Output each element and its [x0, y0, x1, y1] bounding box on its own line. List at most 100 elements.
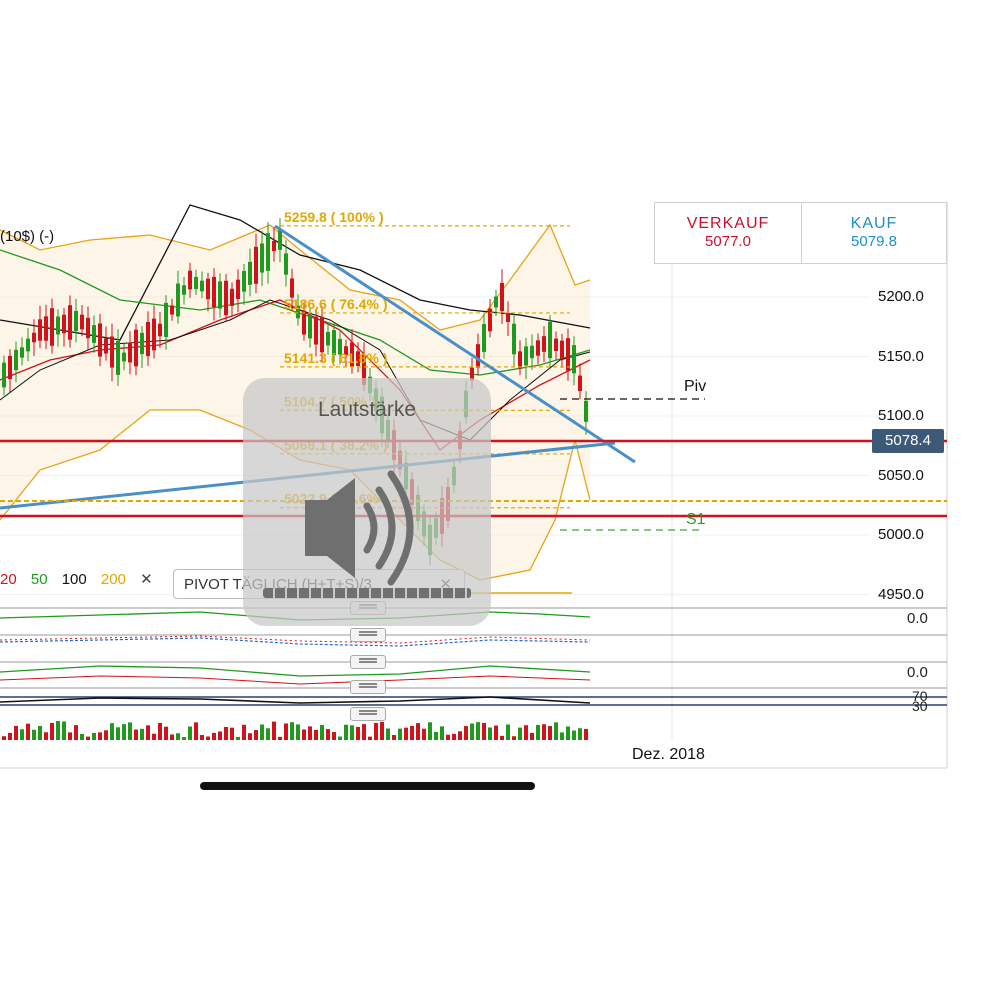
- legend-ma200: 200: [100, 571, 126, 588]
- volume-bar: [530, 732, 534, 740]
- buy-button[interactable]: KAUF 5079.8: [801, 202, 947, 264]
- volume-bar: [248, 733, 252, 740]
- macd-zero-label: 0.0: [907, 610, 928, 627]
- fib-level-label: 5186.6 ( 76.4% ): [284, 296, 388, 312]
- candle-body: [2, 362, 6, 388]
- candle-body: [116, 341, 120, 375]
- volume-bar: [314, 729, 318, 740]
- buy-label: KAUF: [850, 215, 898, 232]
- volume-bar: [416, 723, 420, 740]
- volume-bar: [152, 733, 156, 740]
- price-chart[interactable]: 5259.8 ( 100% ) 5186.6 ( 76.4% ) 5141.3 ( …: [0, 0, 1000, 1000]
- volume-bar: [218, 731, 222, 740]
- volume-bar: [422, 728, 426, 740]
- candle-body: [146, 321, 150, 357]
- volume-bar: [320, 724, 324, 740]
- legend-close-icon[interactable]: ✕: [140, 571, 153, 588]
- fib-level-label: 5259.8 ( 100% ): [284, 209, 384, 225]
- sell-label: VERKAUF: [686, 215, 770, 232]
- volume-bar: [110, 723, 114, 740]
- volume-bar: [170, 734, 174, 740]
- candle-body: [128, 342, 132, 363]
- pane-resize-handle[interactable]: [350, 707, 386, 721]
- volume-bar: [542, 724, 546, 740]
- candle-body: [32, 332, 36, 343]
- volume-bar: [512, 736, 516, 740]
- volume-bar: [386, 728, 390, 740]
- ma-legend: 20 50 100 200 ✕: [0, 570, 163, 588]
- volume-bar: [296, 724, 300, 740]
- volume-bar: [236, 736, 240, 740]
- candle-body: [110, 336, 114, 368]
- momentum-zero-label: 0.0: [907, 664, 928, 681]
- candle-body: [68, 305, 72, 340]
- candle-body: [320, 317, 324, 353]
- sell-button[interactable]: VERKAUF 5077.0: [654, 202, 802, 264]
- volume-bar: [20, 729, 24, 740]
- volume-bar: [50, 722, 54, 740]
- volume-bar: [404, 727, 408, 740]
- volume-bar: [434, 732, 438, 740]
- volume-bar: [266, 728, 270, 740]
- volume-bar: [548, 726, 552, 740]
- volume-bar: [458, 731, 462, 740]
- candle-body: [314, 316, 318, 345]
- volume-bar: [14, 725, 18, 740]
- volume-bar: [578, 728, 582, 740]
- volume-bar: [80, 733, 84, 740]
- volume-bar: [524, 725, 528, 740]
- volume-bar: [278, 736, 282, 740]
- volume-bar: [212, 732, 216, 740]
- volume-overlay: Lautstärke: [243, 378, 491, 626]
- legend-ma100: 100: [61, 571, 87, 588]
- candle-body: [554, 338, 558, 351]
- candle-body: [566, 338, 570, 371]
- volume-bar: [332, 732, 336, 740]
- candle-body: [56, 316, 60, 335]
- volume-bar: [440, 726, 444, 740]
- candle-body: [26, 338, 30, 352]
- price-tick: 5050.0: [878, 467, 924, 484]
- volume-bar: [452, 733, 456, 740]
- volume-bar: [74, 725, 78, 740]
- candle-body: [302, 310, 306, 335]
- candle-body: [518, 351, 522, 369]
- candle-body: [182, 285, 186, 295]
- volume-bar: [308, 726, 312, 740]
- candle-body: [326, 331, 330, 346]
- volume-bar: [290, 722, 294, 740]
- volume-bar: [158, 722, 162, 740]
- volume-bar: [572, 730, 576, 740]
- candle-body: [278, 230, 282, 250]
- candle-body: [176, 283, 180, 317]
- volume-bar: [26, 723, 30, 740]
- price-tick: 5000.0: [878, 526, 924, 543]
- volume-bar: [176, 733, 180, 740]
- candle-body: [494, 296, 498, 308]
- volume-bar: [488, 727, 492, 740]
- candle-body: [170, 305, 174, 315]
- pane-resize-handle[interactable]: [350, 680, 386, 694]
- candle-body: [188, 270, 192, 290]
- candle-body: [158, 323, 162, 337]
- volume-bar: [38, 725, 42, 740]
- volume-bar: [116, 727, 120, 740]
- candle-body: [584, 400, 588, 422]
- volume-bar: [242, 724, 246, 740]
- volume-bar: [86, 736, 90, 740]
- pane-resize-handle[interactable]: [350, 655, 386, 669]
- volume-bar: [398, 728, 402, 740]
- candle-body: [200, 280, 204, 292]
- candle-body: [578, 375, 582, 392]
- candle-body: [218, 281, 222, 309]
- candle-body: [152, 318, 156, 351]
- volume-bar: [8, 732, 12, 740]
- volume-title: Lautstärke: [317, 398, 417, 421]
- candle-body: [548, 321, 552, 359]
- candle-body: [236, 279, 240, 299]
- volume-bar: [482, 722, 486, 740]
- home-indicator[interactable]: [200, 782, 535, 790]
- volume-bar: [260, 724, 264, 740]
- candle-body: [530, 345, 534, 359]
- candle-body: [86, 317, 90, 339]
